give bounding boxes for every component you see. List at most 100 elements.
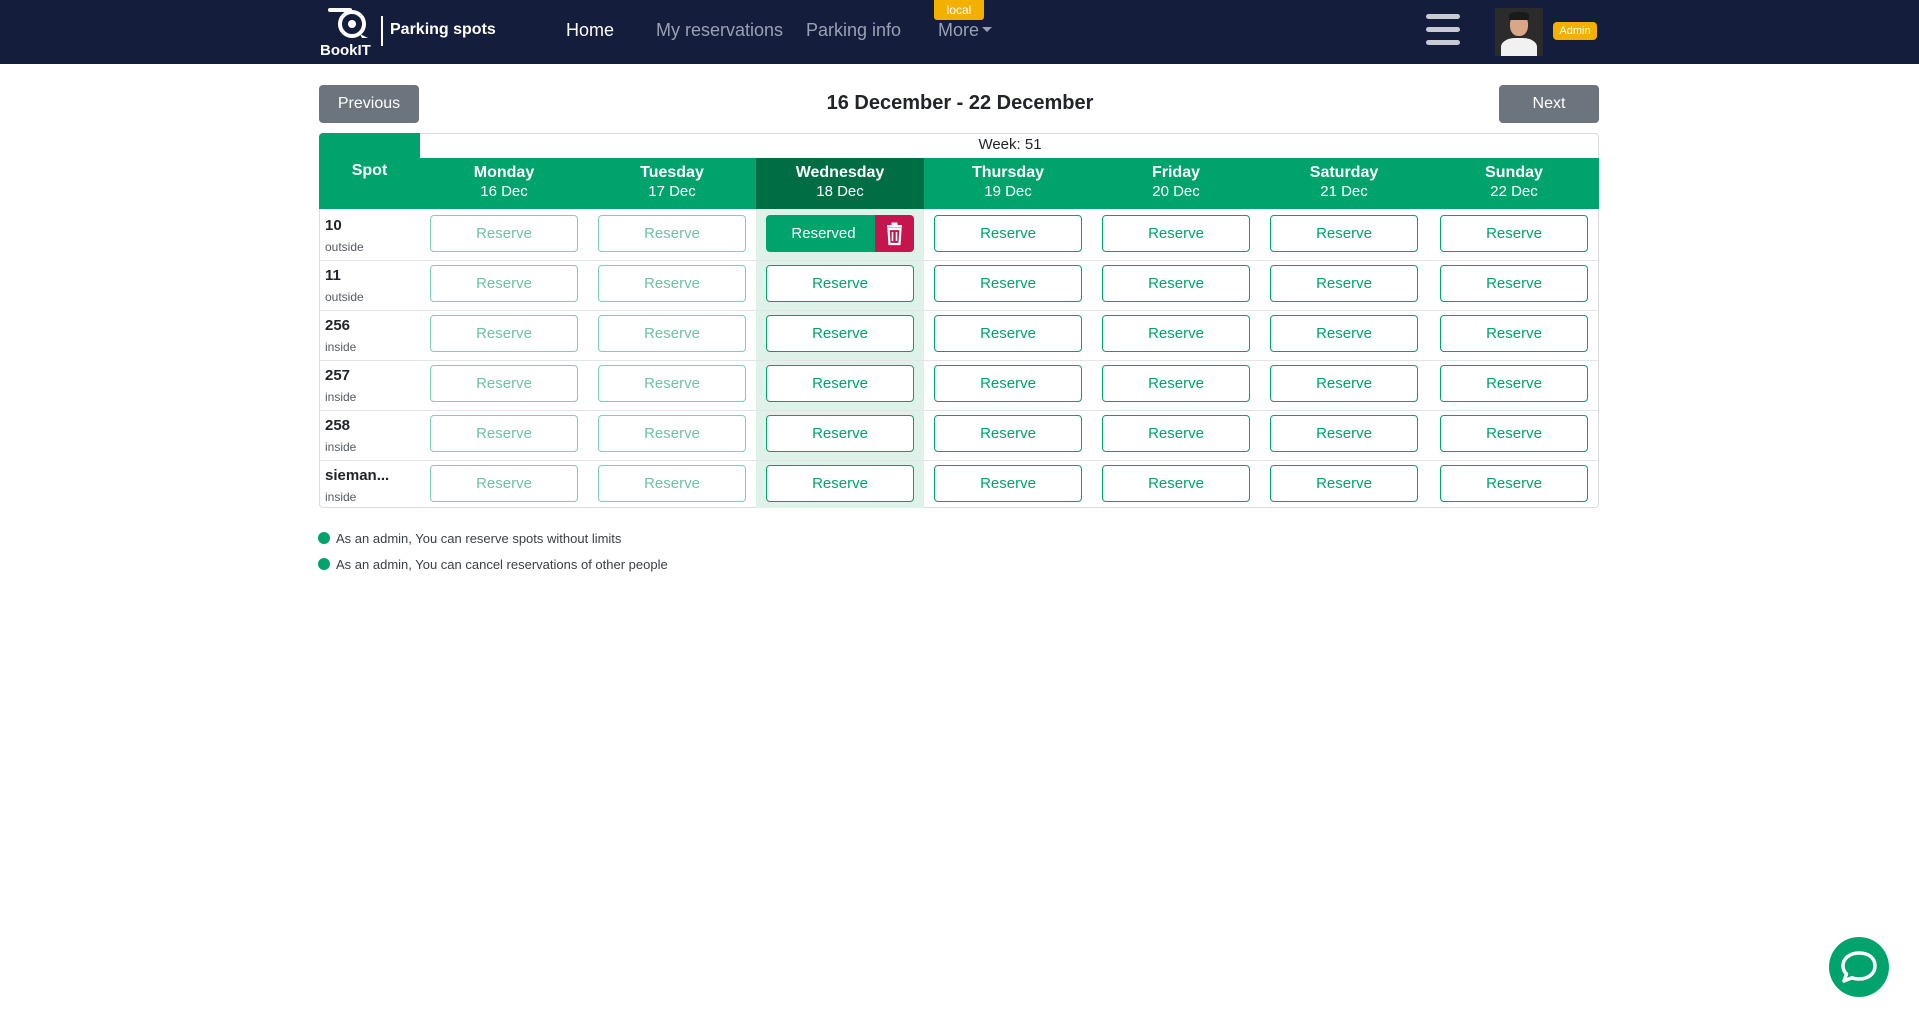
day-header-saturday: Saturday 21 Dec [1260, 158, 1428, 209]
cancel-reservation-button[interactable] [875, 215, 914, 252]
day-name: Wednesday [795, 164, 885, 181]
spot-number: 256 [325, 317, 351, 334]
reserve-button[interactable]: Reserve [1270, 215, 1418, 252]
row-divider [320, 310, 1598, 311]
day-name: Friday [1151, 164, 1200, 181]
spot-location: inside [325, 440, 357, 454]
caret-down-icon [982, 26, 993, 32]
day-header-sunday: Sunday 22 Dec [1430, 158, 1598, 209]
day-date: 22 Dec [1490, 183, 1538, 200]
reserve-button[interactable]: Reserve [1440, 365, 1588, 402]
row-divider [320, 260, 1598, 261]
spot-location: inside [325, 390, 357, 404]
reserve-button[interactable]: Reserve [1102, 315, 1250, 352]
week-range-title: 16 December - 22 December [826, 92, 1094, 114]
day-header-tuesday: Tuesday 17 Dec [588, 158, 756, 209]
row-divider [320, 410, 1598, 411]
reserve-button[interactable]: Reserve [934, 365, 1082, 402]
reserve-button[interactable]: Reserve [598, 265, 746, 302]
reserve-button[interactable]: Reserve [430, 315, 578, 352]
reserve-button[interactable]: Reserve [598, 365, 746, 402]
reserve-button[interactable]: Reserve [1440, 465, 1588, 502]
reserve-button[interactable]: Reserve [1102, 415, 1250, 452]
day-date: 19 Dec [984, 183, 1032, 200]
reserved-button[interactable]: Reserved [766, 215, 881, 252]
nav-more-label: More [938, 20, 980, 40]
reserve-button[interactable]: Reserve [1440, 315, 1588, 352]
reserve-button[interactable]: Reserve [430, 465, 578, 502]
row-divider [320, 460, 1598, 461]
spot-column-header: Spot [319, 133, 420, 209]
bullet-dot-icon [318, 558, 330, 570]
nav-more-dropdown[interactable]: More [938, 20, 993, 41]
reserve-button[interactable]: Reserve [934, 215, 1082, 252]
day-name: Tuesday [640, 164, 704, 181]
hamburger-menu-icon[interactable] [1426, 14, 1460, 46]
reserve-button[interactable]: Reserve [934, 265, 1082, 302]
reserve-button[interactable]: Reserve [1440, 215, 1588, 252]
admin-note: As an admin, You can reserve spots witho… [318, 531, 621, 546]
brand-name: BookIT [320, 42, 371, 59]
spot-number: 257 [325, 367, 351, 384]
nav-home-link[interactable]: Home [566, 20, 614, 41]
reserve-button[interactable]: Reserve [1440, 265, 1588, 302]
bookit-logo-icon [328, 8, 368, 38]
chat-support-button[interactable] [1829, 937, 1889, 997]
reserve-button[interactable]: Reserve [430, 365, 578, 402]
today-column-highlight [756, 209, 924, 508]
reserve-button[interactable]: Reserve [1102, 265, 1250, 302]
reserve-button[interactable]: Reserve [766, 415, 914, 452]
reserve-button[interactable]: Reserve [934, 415, 1082, 452]
spot-location: inside [325, 490, 357, 504]
day-date: 20 Dec [1152, 183, 1200, 200]
brand-logo-link[interactable]: BookIT [318, 4, 378, 60]
reserve-button[interactable]: Reserve [766, 265, 914, 302]
previous-week-button[interactable]: Previous [319, 85, 419, 123]
day-header-friday: Friday 20 Dec [1092, 158, 1260, 209]
reserve-button[interactable]: Reserve [934, 465, 1082, 502]
user-avatar[interactable] [1495, 8, 1543, 56]
reserve-button[interactable]: Reserve [934, 315, 1082, 352]
day-date: 18 Dec [816, 183, 864, 200]
day-header-thursday: Thursday 19 Dec [924, 158, 1092, 209]
reserve-button[interactable]: Reserve [1270, 415, 1418, 452]
reserve-button[interactable]: Reserve [1440, 415, 1588, 452]
day-date: 17 Dec [648, 183, 696, 200]
reserve-button[interactable]: Reserve [1270, 265, 1418, 302]
chat-bubble-icon [1841, 951, 1877, 983]
brand-divider [381, 16, 383, 46]
reserve-button[interactable]: Reserve [1270, 315, 1418, 352]
nav-my-reservations-link[interactable]: My reservations [656, 20, 783, 41]
admin-note: As an admin, You can cancel reservations… [318, 557, 668, 572]
reserve-button[interactable]: Reserve [766, 465, 914, 502]
day-header-monday: Monday 16 Dec [420, 158, 588, 209]
spot-number: sieman... [325, 467, 390, 484]
environment-badge: local [934, 0, 984, 20]
next-week-button[interactable]: Next [1499, 85, 1599, 123]
reserve-button[interactable]: Reserve [766, 315, 914, 352]
reserve-button[interactable]: Reserve [430, 415, 578, 452]
row-divider [320, 360, 1598, 361]
reserve-button[interactable]: Reserve [598, 465, 746, 502]
reserve-button[interactable]: Reserve [598, 215, 746, 252]
reserve-button[interactable]: Reserve [430, 265, 578, 302]
day-name: Thursday [971, 164, 1044, 181]
reserve-button[interactable]: Reserve [1102, 215, 1250, 252]
admin-note-text: As an admin, You can reserve spots witho… [336, 531, 622, 546]
spot-location: outside [325, 240, 364, 254]
week-number-label: Week: 51 [978, 136, 1042, 153]
reserve-button[interactable]: Reserve [1270, 465, 1418, 502]
reserve-button[interactable]: Reserve [1270, 365, 1418, 402]
spot-number: 10 [325, 217, 342, 234]
spot-location: outside [325, 290, 364, 304]
reserve-button[interactable]: Reserve [430, 215, 578, 252]
day-date: 21 Dec [1320, 183, 1368, 200]
reserve-button[interactable]: Reserve [1102, 365, 1250, 402]
nav-parking-info-link[interactable]: Parking info [806, 20, 901, 41]
day-name: Saturday [1309, 164, 1379, 181]
trash-icon [887, 222, 902, 246]
reserve-button[interactable]: Reserve [598, 315, 746, 352]
reserve-button[interactable]: Reserve [766, 365, 914, 402]
reserve-button[interactable]: Reserve [1102, 465, 1250, 502]
reserve-button[interactable]: Reserve [598, 415, 746, 452]
